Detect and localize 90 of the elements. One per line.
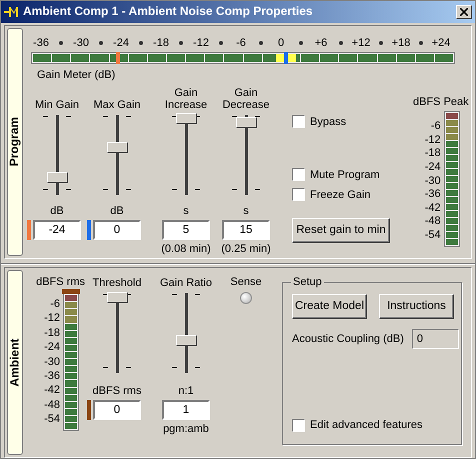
value-field[interactable]: 1 (162, 400, 210, 420)
checkbox-label: Freeze Gain (310, 188, 371, 201)
scale-label: -30 (424, 174, 441, 187)
scale-label: -24 (44, 341, 60, 354)
slider-label: Max Gain (92, 99, 142, 112)
slider-thumb[interactable] (47, 172, 68, 184)
slider-label: Gain Increase (164, 86, 208, 112)
slider-thumb[interactable] (176, 113, 197, 124)
window-title: Ambient Comp 1 - Ambient Noise Comp Properties (23, 5, 313, 19)
unit-label: s (183, 205, 189, 218)
scale-label: -30 (73, 36, 89, 50)
scale-dot (219, 41, 223, 45)
scale-dot (99, 41, 103, 45)
scale-label: +12 (352, 36, 370, 50)
meter-label: Gain Meter (dB) (37, 69, 116, 82)
unit-label: s (243, 205, 249, 218)
note-text: (0.25 min) (221, 243, 271, 256)
slider-thumb[interactable] (107, 142, 128, 153)
scale-label: +18 (392, 36, 410, 50)
close-icon (460, 8, 468, 16)
checkbox[interactable] (292, 188, 305, 202)
scale-label: -36 (424, 188, 441, 200)
slider-thumb[interactable] (107, 292, 128, 304)
value-field[interactable]: 5 (162, 220, 210, 240)
slider-label: Min Gain (34, 99, 80, 112)
unit-label: n:1 (178, 385, 194, 398)
scale-label: -18 (424, 147, 441, 160)
value-field[interactable]: 0 (93, 400, 141, 420)
note-text: pgm:amb (163, 423, 209, 436)
slider-label: Gain Ratio (159, 276, 213, 289)
scale-label: -36 (44, 370, 60, 382)
note-text: (0.08 min) (161, 243, 211, 256)
scale-dot (419, 41, 423, 45)
scale-label: -6 (430, 120, 441, 132)
reset-button[interactable]: Reset gain to min (292, 218, 390, 244)
slider-label: Threshold (92, 276, 142, 289)
app-icon (4, 6, 20, 18)
scale-label: -6 (236, 36, 246, 50)
slider-thumb[interactable] (236, 116, 257, 128)
scale-label: -12 (44, 312, 60, 325)
section-tab[interactable]: Ambient (7, 270, 23, 455)
scale-label: +6 (314, 36, 328, 50)
scale-dot (59, 41, 63, 45)
checkbox-label: Bypass (310, 116, 346, 128)
field-label: Acoustic Coupling (dB) (292, 332, 404, 346)
scale-label: +24 (432, 36, 450, 50)
scale-label: -6 (50, 298, 60, 310)
scale-dot (139, 41, 143, 45)
scale-dot (259, 41, 263, 45)
scale-label: -12 (193, 36, 209, 50)
scale-label: -24 (424, 161, 441, 174)
scale-label: -18 (153, 36, 169, 50)
value-field[interactable]: 0 (93, 220, 141, 240)
meter-label: dBFS rms (36, 276, 85, 288)
scale-label: -24 (113, 36, 129, 50)
scale-label: -48 (424, 215, 441, 228)
checkbox[interactable] (292, 168, 305, 182)
setup-button[interactable]: Instructions (379, 294, 454, 319)
unit-label: dBFS rms (92, 385, 142, 398)
close-button[interactable] (456, 5, 472, 19)
checkbox-label: Mute Program (310, 168, 380, 181)
scale-label: 0 (278, 36, 284, 50)
scale-label: -12 (424, 134, 441, 146)
coupling-field[interactable]: 0 (412, 329, 459, 349)
scale-label: -54 (424, 229, 441, 242)
unit-label: dB (50, 205, 64, 218)
setup-button[interactable]: Create Model (292, 294, 367, 319)
scale-label: -42 (424, 202, 441, 214)
scale-dot (179, 41, 183, 45)
group-title: Setup (291, 276, 324, 288)
sense-label: Sense (230, 276, 262, 288)
value-field[interactable]: 15 (222, 220, 270, 240)
value-field[interactable]: -24 (33, 220, 81, 240)
scale-label: -54 (44, 412, 60, 426)
scale-label: -42 (44, 384, 60, 396)
scale-dot (379, 41, 383, 45)
checkbox-label: Edit advanced features (310, 419, 423, 432)
slider-label: Gain Decrease (221, 86, 271, 112)
scale-label: -18 (44, 326, 60, 339)
scale-dot (299, 41, 303, 45)
scale-label: -36 (33, 36, 49, 50)
section-tab[interactable]: Program (7, 28, 23, 256)
checkbox[interactable] (292, 115, 305, 128)
scale-dot (339, 41, 343, 45)
checkbox[interactable] (292, 419, 305, 432)
unit-label: dB (110, 205, 124, 218)
scale-label: -30 (44, 356, 60, 368)
meter-label: dBFS Peak (413, 96, 469, 108)
scale-label: -48 (44, 398, 60, 411)
slider-thumb[interactable] (176, 335, 197, 346)
